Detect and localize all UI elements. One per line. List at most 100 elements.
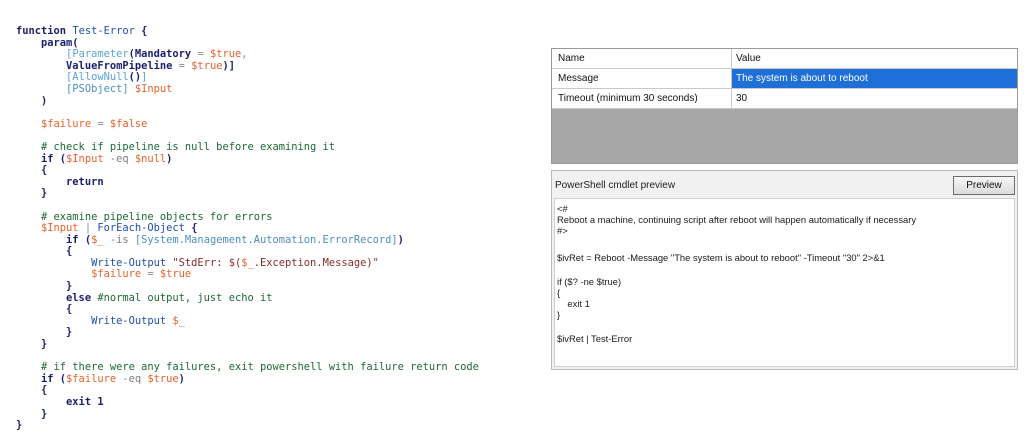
column-header-value[interactable]: Value [732,49,1017,68]
preview-line: { [557,287,561,298]
code-token: if ( [16,152,67,165]
code-token: $_ [172,314,185,327]
code-line: function Test-Error { [16,25,479,38]
code-token: [PSObject] [16,82,129,95]
code-token: return [16,175,104,188]
code-line: else #normal output, just echo it [16,291,479,305]
code-line: return [16,175,479,189]
code-token: param( [16,36,79,49]
code-line: [PSObject] $Input [16,82,479,96]
preview-output[interactable]: <# Reboot a machine, continuing script af… [554,198,1015,367]
code-token: $true [159,268,192,281]
code-token: { [16,384,48,397]
code-token: ] [141,71,148,84]
code-line: } [16,327,479,339]
code-line: if ($failure -eq $true) [16,372,479,386]
preview-line: } [557,309,561,320]
code-token: { [16,303,73,316]
preview-line: $ivRet = Reboot -Message "The system is … [557,252,885,263]
code-token: { [184,222,198,235]
code-token: # check if pipeline is null before exami… [16,140,336,153]
preview-button[interactable]: Preview [953,176,1015,195]
param-value-message[interactable]: The system is about to reboot [732,69,1017,88]
code-line: $failure = $true [16,269,479,281]
code-token: { [16,164,48,177]
column-header-name[interactable]: Name [552,49,732,68]
code-token: , [241,48,248,61]
code-token: if ( [16,372,67,385]
code-token: if ( [16,233,92,246]
code-token: Write-Output [16,314,173,327]
code-token: { [134,25,148,37]
code-token: ForEach-Object [97,222,185,235]
code-token: $failure [66,372,117,385]
code-token: $_ [91,233,104,246]
preview-line: exit 1 [557,298,590,309]
code-token: ) [166,152,173,165]
preview-line: #> [557,225,568,236]
code-token: (Mandatory [128,48,198,61]
code-line: } [16,188,479,200]
code-line: } [16,408,479,421]
code-token: exit 1 [16,396,104,408]
param-value-timeout[interactable]: 30 [732,89,1017,108]
preview-label: PowerShell cmdlet preview [555,180,676,191]
code-token: ) [16,94,48,107]
code-token: } [16,187,48,200]
code-token: } [16,280,73,293]
code-editor[interactable]: function Test-Error { param( [Parameter(… [16,25,479,432]
code-token: ValueFromPipeline [16,59,179,72]
preview-toolbar: PowerShell cmdlet preview Preview [552,171,1017,197]
parameter-grid: Name Value Message The system is about t… [551,48,1018,164]
code-line: ) [16,94,479,108]
code-token: Write-Output [16,256,173,269]
code-token: #normal output, just echo it [97,291,273,304]
code-token: [ [16,48,73,61]
code-token: [System.Management.Automation.ErrorRecor… [134,233,398,246]
code-token: $true [147,372,179,385]
grid-row-message[interactable]: Message The system is about to reboot [552,69,1017,89]
preview-line: if ($? -ne $true) [557,276,622,287]
code-token: $true [184,59,223,72]
grid-header: Name Value [552,49,1017,69]
code-token: -is [103,233,135,246]
code-token: $null [134,152,167,165]
preview-line: <# [557,203,568,214]
code-token: $failure [16,117,92,130]
code-token: = [141,268,160,281]
code-token: )] [222,59,235,72]
code-token: = [91,117,110,130]
code-token: "StdErr: $( [172,256,242,269]
code-line: Write-Output $_ [16,314,479,328]
code-token: } [16,338,48,351]
code-line: if ($_ -is [System.Management.Automation… [16,233,479,247]
cmdlet-preview-panel: PowerShell cmdlet preview Preview <# Rebo… [551,170,1018,370]
param-name-message[interactable]: Message [552,69,732,88]
code-token: () [128,71,142,84]
code-token: # if there were any failures, exit power… [16,361,479,374]
code-token: Test-Error [72,25,135,37]
code-line: } [16,419,479,432]
code-token: $failure [16,268,142,281]
code-token: ) [178,372,185,385]
code-token: $true [203,48,242,61]
code-line: $failure = $false [16,117,479,131]
code-token: } [16,326,73,339]
code-token: $Input [16,222,79,235]
param-name-timeout[interactable]: Timeout (minimum 30 seconds) [552,89,732,108]
code-token: | [78,222,98,235]
code-line: if ($Input -eq $null) [16,152,479,166]
code-token: else [16,291,98,304]
code-token: .Exception.Message)" [253,256,379,269]
grid-row-timeout[interactable]: Timeout (minimum 30 seconds) 30 [552,89,1017,109]
code-token: -eq [116,372,148,385]
code-token: function [16,25,73,37]
code-token: $false [109,117,148,130]
preview-line: Reboot a machine, continuing script afte… [557,214,917,225]
code-token: [AllowNull [16,71,129,84]
code-line: } [16,338,479,351]
code-token: { [16,245,73,258]
preview-line: $ivRet | Test-Error [557,333,633,344]
code-token: $Input [66,152,104,165]
code-token: Parameter [72,48,129,61]
